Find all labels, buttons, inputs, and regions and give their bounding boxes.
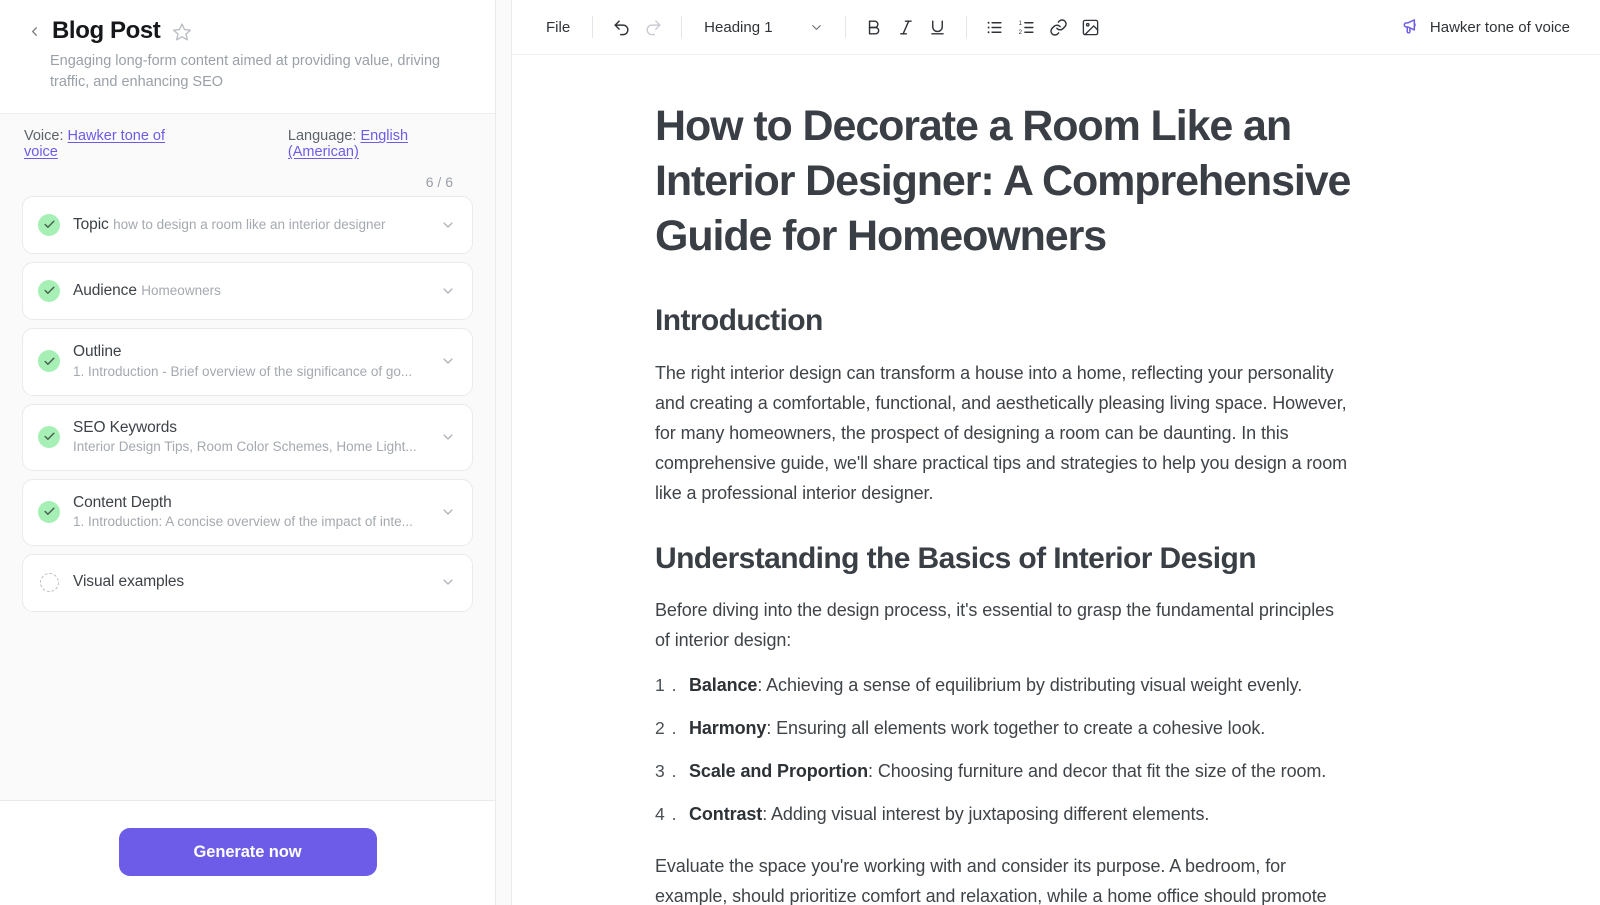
card-content: Audience Homeowners <box>73 281 427 301</box>
status-complete-icon <box>38 350 60 372</box>
chevron-down-icon[interactable] <box>440 574 456 590</box>
chevron-down-icon <box>809 20 824 35</box>
card-visual-examples[interactable]: Visual examples <box>22 554 473 612</box>
chevron-down-icon[interactable] <box>440 217 456 233</box>
list-item-definition: : Achieving a sense of equilibrium by di… <box>757 675 1302 695</box>
list-item: Harmony: Ensuring all elements work toge… <box>689 714 1352 743</box>
card-content: SEO Keywords Interior Design Tips, Room … <box>73 418 427 456</box>
card-content: Outline 1. Introduction - Brief overview… <box>73 342 427 380</box>
sidebar-title-row: Blog Post <box>24 18 471 44</box>
toolbar-divider <box>966 16 967 38</box>
card-audience[interactable]: Audience Homeowners <box>22 262 473 320</box>
card-content: Content Depth 1. Introduction: A concise… <box>73 493 427 531</box>
heading-style-dropdown[interactable]: Heading 1 <box>694 13 832 42</box>
numbered-list-icon[interactable]: 12 <box>1011 11 1043 43</box>
link-icon[interactable] <box>1043 11 1075 43</box>
card-subtitle: Interior Design Tips, Room Color Schemes… <box>73 439 417 454</box>
document-scroll-area[interactable]: How to Decorate a Room Like an Interior … <box>512 55 1600 905</box>
heading-basics: Understanding the Basics of Interior Des… <box>655 540 1352 578</box>
card-content-depth[interactable]: Content Depth 1. Introduction: A concise… <box>22 479 473 546</box>
bulleted-list-icon[interactable] <box>979 11 1011 43</box>
star-icon[interactable] <box>172 22 192 42</box>
status-complete-icon <box>38 426 60 448</box>
page-title: Blog Post <box>52 18 160 44</box>
list-item-term: Harmony <box>689 718 766 738</box>
voice-language-row: Voice:Hawker tone of voice Language:Engl… <box>22 128 473 160</box>
list-item-term: Contrast <box>689 804 762 824</box>
redo-icon[interactable] <box>637 11 669 43</box>
tone-of-voice-label: Hawker tone of voice <box>1430 19 1570 36</box>
image-icon[interactable] <box>1075 11 1107 43</box>
toolbar-divider <box>681 16 682 38</box>
panel-divider <box>495 0 512 905</box>
svg-text:1: 1 <box>1019 20 1022 26</box>
list-item: Scale and Proportion: Choosing furniture… <box>689 757 1352 786</box>
status-complete-icon <box>38 501 60 523</box>
list-item-definition: : Adding visual interest by juxtaposing … <box>762 804 1209 824</box>
editor-toolbar: File Heading 1 <box>512 0 1600 55</box>
chevron-down-icon[interactable] <box>440 429 456 445</box>
card-title: Visual examples <box>73 573 184 590</box>
card-content: Visual examples <box>73 572 427 592</box>
toolbar-divider <box>592 16 593 38</box>
language-label: Language: <box>288 128 357 144</box>
card-outline[interactable]: Outline 1. Introduction - Brief overview… <box>22 328 473 395</box>
card-subtitle: 1. Introduction - Brief overview of the … <box>73 364 412 379</box>
list-item: Contrast: Adding visual interest by juxt… <box>689 800 1352 829</box>
voice-label: Voice: <box>24 128 64 144</box>
card-title: Topic <box>73 216 109 233</box>
card-subtitle: how to design a room like an interior de… <box>113 217 385 232</box>
document-content[interactable]: How to Decorate a Room Like an Interior … <box>512 55 1412 905</box>
document-title: How to Decorate a Room Like an Interior … <box>655 99 1352 264</box>
page-description: Engaging long-form content aimed at prov… <box>24 51 444 93</box>
list-item-term: Balance <box>689 675 757 695</box>
file-menu-button[interactable]: File <box>536 13 580 42</box>
paragraph-evaluate: Evaluate the space you're working with a… <box>655 851 1352 905</box>
card-title: Content Depth <box>73 494 172 511</box>
principles-list: Balance: Achieving a sense of equilibriu… <box>655 671 1352 828</box>
chevron-down-icon[interactable] <box>440 283 456 299</box>
input-cards-list: Topic how to design a room like an inter… <box>22 196 473 621</box>
paragraph-basics: Before diving into the design process, i… <box>655 595 1352 655</box>
sidebar-panel: Blog Post Engaging long-form content aim… <box>0 0 495 905</box>
list-item-term: Scale and Proportion <box>689 761 868 781</box>
tone-of-voice-button[interactable]: Hawker tone of voice <box>1393 11 1578 43</box>
editor-pane: File Heading 1 <box>512 0 1600 905</box>
undo-icon[interactable] <box>605 11 637 43</box>
megaphone-icon <box>1401 17 1421 37</box>
app-root: Blog Post Engaging long-form content aim… <box>0 0 1600 905</box>
card-seo-keywords[interactable]: SEO Keywords Interior Design Tips, Room … <box>22 404 473 471</box>
heading-style-value: Heading 1 <box>704 19 772 36</box>
card-title: Outline <box>73 343 121 360</box>
chevron-down-icon[interactable] <box>440 504 456 520</box>
sidebar-footer: Generate now <box>0 800 495 905</box>
status-complete-icon <box>38 214 60 236</box>
toolbar-divider <box>845 16 846 38</box>
card-subtitle: 1. Introduction: A concise overview of t… <box>73 514 413 529</box>
paragraph-introduction: The right interior design can transform … <box>655 358 1352 508</box>
svg-text:2: 2 <box>1019 30 1022 36</box>
step-counter: 6 / 6 <box>22 174 473 190</box>
list-item: Balance: Achieving a sense of equilibriu… <box>689 671 1352 700</box>
heading-introduction: Introduction <box>655 302 1352 340</box>
italic-button[interactable] <box>890 11 922 43</box>
status-complete-icon <box>38 280 60 302</box>
chevron-left-icon[interactable] <box>26 19 42 43</box>
sidebar-body: Voice:Hawker tone of voice Language:Engl… <box>0 114 495 800</box>
card-subtitle: Homeowners <box>141 283 221 298</box>
list-item-definition: : Choosing furniture and decor that fit … <box>868 761 1326 781</box>
list-item-definition: : Ensuring all elements work together to… <box>766 718 1265 738</box>
voice-setting: Voice:Hawker tone of voice <box>24 128 192 160</box>
card-content: Topic how to design a room like an inter… <box>73 215 427 235</box>
card-title: SEO Keywords <box>73 419 177 436</box>
generate-now-button[interactable]: Generate now <box>119 828 377 876</box>
chevron-down-icon[interactable] <box>440 353 456 369</box>
card-title: Audience <box>73 282 137 299</box>
underline-button[interactable] <box>922 11 954 43</box>
sidebar-header: Blog Post Engaging long-form content aim… <box>0 0 495 114</box>
card-topic[interactable]: Topic how to design a room like an inter… <box>22 196 473 254</box>
bold-button[interactable] <box>858 11 890 43</box>
status-pending-icon <box>38 571 60 593</box>
language-setting: Language:English (American) <box>288 128 471 160</box>
